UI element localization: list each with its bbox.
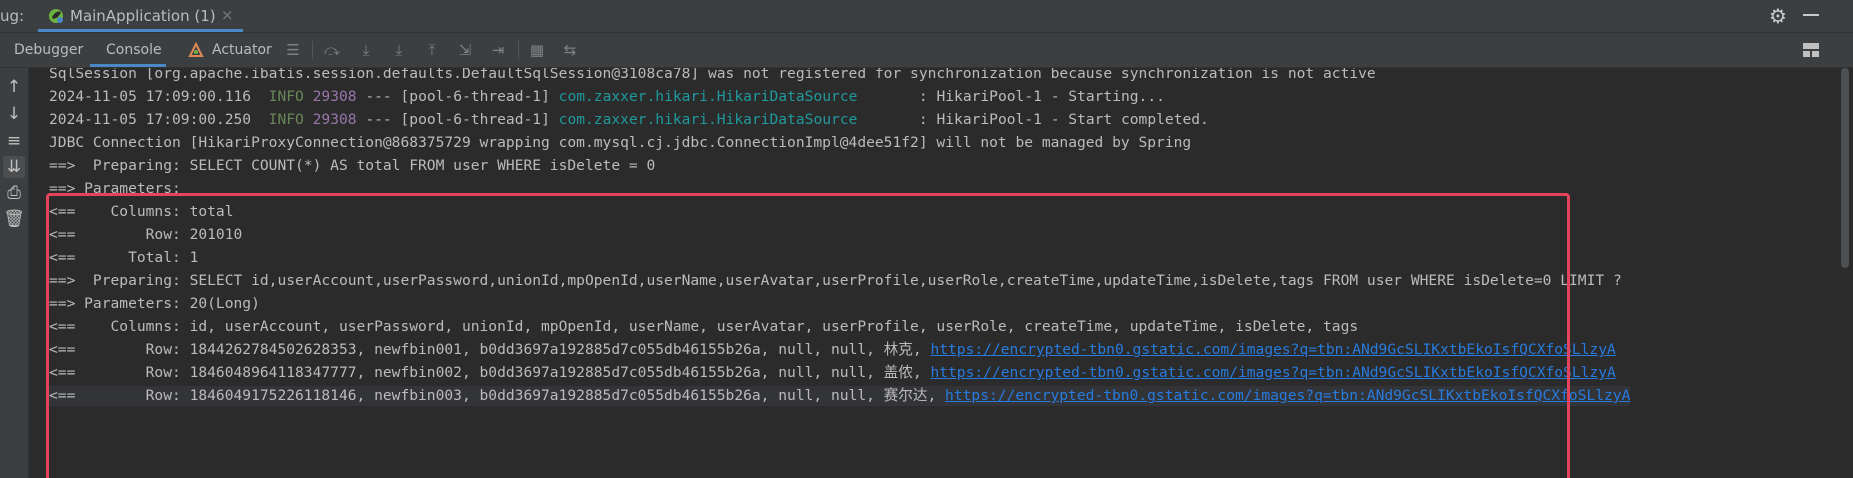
log-line: 2024-11-05 17:09:00.250 INFO 29308 --- […	[49, 111, 1209, 128]
tab-actuator[interactable]: Actuator	[180, 33, 280, 67]
tab-debugger-label: Debugger	[14, 42, 84, 58]
settings-gear-icon[interactable]: ⚙	[1769, 4, 1787, 28]
avatar-url-link[interactable]: https://encrypted-tbn0.gstatic.com/image…	[945, 387, 1630, 404]
tab-console-label: Console	[106, 42, 162, 58]
log-line: <== Columns: total	[49, 203, 234, 220]
debug-titlebar: ug: MainApplication (1) × ⚙	[0, 0, 1853, 33]
run-to-cursor-icon[interactable]: ⇲	[456, 41, 474, 59]
actuator-icon	[188, 42, 204, 57]
scroll-down-icon[interactable]: ↓	[3, 103, 25, 125]
vertical-scrollbar[interactable]	[1838, 68, 1853, 478]
close-tab-icon[interactable]: ×	[221, 6, 234, 24]
minimize-icon[interactable]	[1803, 14, 1819, 16]
tab-actuator-label: Actuator	[212, 42, 272, 58]
restore-layout-icon[interactable]: ☰	[284, 41, 302, 59]
log-line: ==> Preparing: SELECT COUNT(*) AS total …	[49, 157, 656, 174]
run-tab-title: MainApplication (1)	[70, 7, 216, 25]
debug-toolbar: Debugger Console Actuator ☰ ⤼ ⤓ ⤓ ⤒ ⇲ ⇥ …	[0, 33, 1853, 68]
show-execution-point-icon[interactable]: ⤼	[323, 41, 341, 59]
log-line: <== Row: 201010	[49, 226, 243, 243]
log-line: <== Row: 1846048964118347777, newfbin002…	[49, 364, 1616, 381]
scrollbar-thumb[interactable]	[1841, 68, 1849, 268]
evaluate-expression-icon[interactable]: ⇥	[489, 41, 507, 59]
log-line: JDBC Connection [HikariProxyConnection@8…	[49, 134, 1192, 151]
trace-current-stream-icon[interactable]: ⇆	[561, 41, 579, 59]
log-line: SqlSession [org.apache.ibatis.session.de…	[49, 68, 1376, 82]
spring-run-icon	[49, 9, 63, 23]
step-over-icon[interactable]: ⤓	[357, 41, 375, 59]
clear-all-icon[interactable]: 🗑	[3, 208, 25, 230]
print-icon[interactable]: ⎙	[3, 182, 25, 204]
tab-debugger[interactable]: Debugger	[0, 33, 84, 67]
avatar-url-link[interactable]: https://encrypted-tbn0.gstatic.com/image…	[930, 341, 1615, 358]
log-line: ==> Preparing: SELECT id,userAccount,use…	[49, 272, 1622, 289]
log-line: ==> Parameters:	[49, 180, 190, 197]
console-output[interactable]: SqlSession [org.apache.ibatis.session.de…	[29, 68, 1853, 478]
debug-label: ug:	[0, 7, 25, 25]
log-line: 2024-11-05 17:09:00.116 INFO 29308 --- […	[49, 88, 1165, 105]
log-line: <== Row: 1844262784502628353, newfbin001…	[49, 341, 1616, 358]
scroll-up-icon[interactable]: ↑	[3, 76, 25, 98]
log-line: <== Total: 1	[49, 249, 199, 266]
console-sidebar: ↑ ↓ ≡ ⇊ ⎙ 🗑	[0, 68, 29, 478]
scroll-to-end-icon[interactable]: ⇊	[3, 156, 25, 178]
tab-console[interactable]: Console	[90, 33, 166, 67]
layout-settings-icon[interactable]	[1802, 42, 1820, 58]
step-into-icon[interactable]: ⤓	[390, 41, 408, 59]
table-view-icon[interactable]: ▦	[528, 41, 546, 59]
step-out-icon[interactable]: ⤒	[423, 41, 441, 59]
soft-wrap-icon[interactable]: ≡	[3, 130, 25, 152]
log-line: ==> Parameters: 20(Long)	[49, 295, 260, 312]
log-line: <== Columns: id, userAccount, userPasswo…	[49, 318, 1359, 335]
run-config-tab[interactable]: MainApplication (1) ×	[38, 0, 243, 32]
avatar-url-link[interactable]: https://encrypted-tbn0.gstatic.com/image…	[930, 364, 1615, 381]
log-line: <== Row: 1846049175226118146, newfbin003…	[49, 386, 1631, 406]
